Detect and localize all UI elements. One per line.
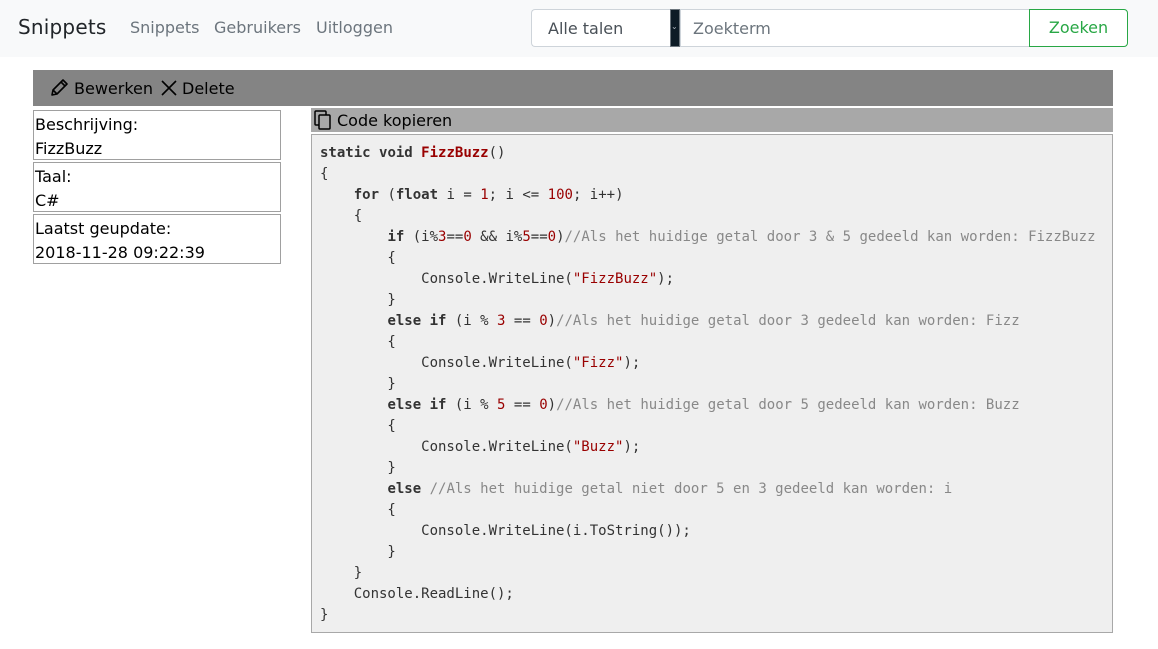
description-label: Beschrijving: xyxy=(35,115,139,134)
description-box: Beschrijving: FizzBuzz xyxy=(33,110,281,160)
language-value: C# xyxy=(35,191,60,210)
nav-snippets-link[interactable]: Snippets xyxy=(130,18,200,37)
delete-button[interactable]: Delete xyxy=(160,70,235,106)
nav-logout-link[interactable]: Uitloggen xyxy=(316,18,393,37)
search-field[interactable] xyxy=(680,9,1030,47)
search-button[interactable]: Zoeken xyxy=(1029,9,1128,47)
select-arrow-icon[interactable]: ⌄ xyxy=(670,9,680,47)
updated-box: Laatst geupdate: 2018-11-28 09:22:39 xyxy=(33,214,281,264)
updated-label: Laatst geupdate: xyxy=(35,219,172,238)
search-input[interactable] xyxy=(681,10,1030,46)
description-value: FizzBuzz xyxy=(35,139,103,158)
pencil-icon xyxy=(51,79,68,96)
copy-code-label: Code kopieren xyxy=(337,110,453,130)
language-select[interactable]: Alle talen xyxy=(531,9,670,47)
edit-label: Bewerken xyxy=(74,78,154,98)
brand-link[interactable]: Snippets xyxy=(18,15,107,39)
copy-icon xyxy=(314,110,331,130)
code-text: static void FizzBuzz() { for (float i = … xyxy=(320,145,1096,623)
delete-label: Delete xyxy=(182,78,235,98)
updated-value: 2018-11-28 09:22:39 xyxy=(35,243,205,262)
navbar: Snippets Snippets Gebruikers Uitloggen A… xyxy=(0,0,1158,57)
copy-code-button[interactable]: Code kopieren xyxy=(311,108,1113,132)
nav-users-link[interactable]: Gebruikers xyxy=(214,18,301,37)
language-box: Taal: C# xyxy=(33,162,281,212)
close-icon xyxy=(161,80,177,96)
snippet-toolbar: Bewerken Delete xyxy=(33,70,1113,106)
language-label: Taal: xyxy=(35,167,72,186)
language-select-value: Alle talen xyxy=(548,19,624,38)
edit-button[interactable]: Bewerken xyxy=(48,70,153,106)
code-block: static void FizzBuzz() { for (float i = … xyxy=(311,134,1113,633)
